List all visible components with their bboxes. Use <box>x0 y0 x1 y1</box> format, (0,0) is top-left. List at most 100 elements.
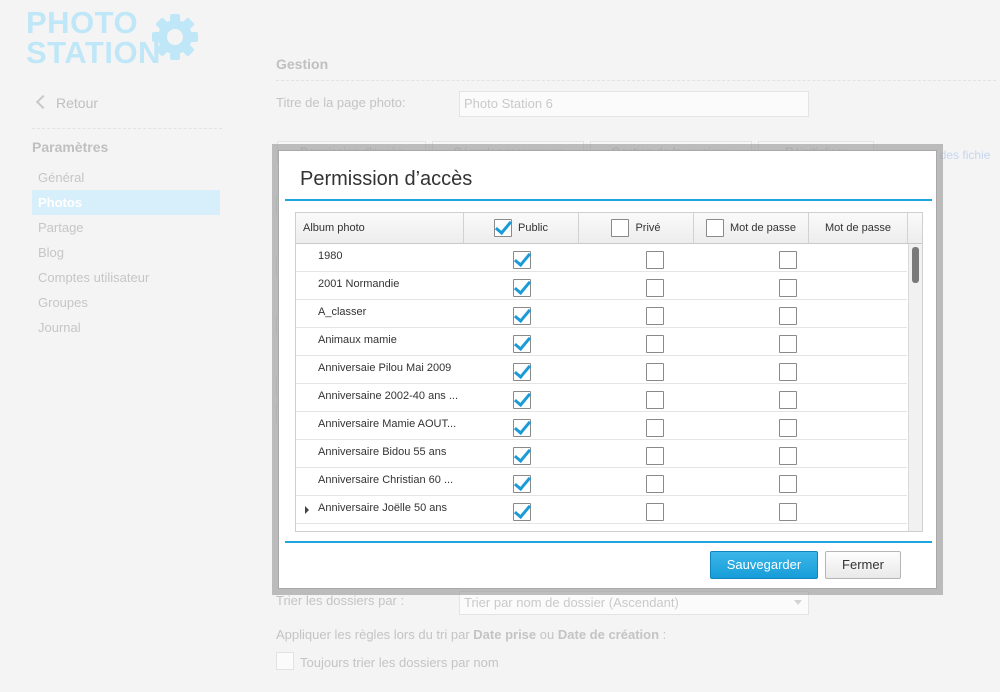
always-sort-checkbox[interactable] <box>276 652 294 670</box>
page-title-label: Titre de la page photo: <box>276 95 406 110</box>
table-row[interactable]: A_classer <box>296 300 907 328</box>
public-checkbox[interactable] <box>513 531 531 532</box>
permission-grid: Album photo Public Privé Mot de passe Mo… <box>295 212 923 532</box>
apply-rules-date-created: Date de création <box>557 627 660 642</box>
private-checkbox[interactable] <box>646 251 664 269</box>
private-checkbox[interactable] <box>646 391 664 409</box>
table-row[interactable]: 1980 <box>296 244 907 272</box>
table-row[interactable]: Anniversaire Christian 60 ... <box>296 468 907 496</box>
album-name: Anniversaire Joëlle 50 ans <box>318 502 448 514</box>
gear-icon <box>152 14 198 60</box>
private-checkbox[interactable] <box>646 363 664 381</box>
public-checkbox[interactable] <box>513 391 531 409</box>
select-all-password-checkbox[interactable] <box>705 219 724 237</box>
section-title-gestion: Gestion <box>276 56 329 72</box>
expand-arrow-icon[interactable] <box>305 506 309 514</box>
private-checkbox[interactable] <box>646 419 664 437</box>
album-name: Anniversaie Pilou Mai 2009 <box>318 362 452 374</box>
grid-rows: 1980 2001 Normandie A_classer Animaux mamie… <box>296 244 907 532</box>
sidebar-item-groups[interactable]: Groupes <box>32 290 220 315</box>
album-name: Animaux mamie <box>318 334 397 346</box>
sort-folders-label: Trier les dossiers par : <box>276 593 405 608</box>
table-row[interactable]: Anniversaire Joëlle 50 ans <box>296 496 907 524</box>
column-header-album[interactable]: Album photo <box>296 213 464 243</box>
public-checkbox[interactable] <box>513 251 531 269</box>
table-row[interactable]: Anniversaire Marie Soph... <box>296 524 907 532</box>
public-checkbox[interactable] <box>513 307 531 325</box>
password-checkbox[interactable] <box>779 307 797 325</box>
private-checkbox[interactable] <box>646 447 664 465</box>
photo-station-logo: PHOTO STATION <box>26 7 206 70</box>
sidebar-item-user-accounts[interactable]: Comptes utilisateur <box>32 265 220 290</box>
password-checkbox[interactable] <box>779 251 797 269</box>
public-checkbox[interactable] <box>513 279 531 297</box>
grid-header: Album photo Public Privé Mot de passe Mo… <box>296 213 922 244</box>
password-checkbox[interactable] <box>779 475 797 493</box>
column-header-private: Privé <box>579 213 694 243</box>
dialog-title: Permission d’accès <box>300 168 473 190</box>
password-checkbox[interactable] <box>779 363 797 381</box>
back-link[interactable]: Retour <box>35 94 99 111</box>
dialog-header-rule <box>285 199 932 201</box>
password-checkbox[interactable] <box>779 503 797 521</box>
public-checkbox[interactable] <box>513 447 531 465</box>
apply-rules-prefix: Appliquer les règles lors du tri par <box>276 627 470 642</box>
table-row[interactable]: Anniversaine 2002-40 ans ... <box>296 384 907 412</box>
public-checkbox[interactable] <box>513 363 531 381</box>
password-checkbox[interactable] <box>779 335 797 353</box>
password-checkbox[interactable] <box>779 419 797 437</box>
apply-rules-date-taken: Date prise <box>473 627 537 642</box>
column-header-password-value: Mot de passe <box>809 213 908 243</box>
column-header-album-label: Album photo <box>303 222 365 234</box>
sort-folders-select[interactable]: Trier par nom de dossier (Ascendant) <box>459 591 809 615</box>
always-sort-label: Toujours trier les dossiers par nom <box>300 655 499 670</box>
page-title-input[interactable]: Photo Station 6 <box>459 91 809 117</box>
grid-scrollbar[interactable] <box>908 244 922 531</box>
sidebar-item-photos[interactable]: Photos <box>32 190 220 215</box>
column-header-password2-label: Mot de passe <box>824 222 892 234</box>
private-checkbox[interactable] <box>646 531 664 532</box>
sidebar-item-general[interactable]: Général <box>32 165 220 190</box>
password-checkbox[interactable] <box>779 531 797 532</box>
column-header-password-label: Mot de passe <box>729 222 797 234</box>
close-button[interactable]: Fermer <box>825 551 901 579</box>
table-row[interactable]: Anniversaire Mamie AOUT... <box>296 412 907 440</box>
public-checkbox[interactable] <box>513 503 531 521</box>
section-divider <box>276 80 996 81</box>
column-header-public-label: Public <box>518 222 548 234</box>
select-all-public-checkbox[interactable] <box>494 219 513 237</box>
table-row[interactable]: 2001 Normandie <box>296 272 907 300</box>
sidebar-item-blog[interactable]: Blog <box>32 240 220 265</box>
public-checkbox[interactable] <box>513 419 531 437</box>
public-checkbox[interactable] <box>513 475 531 493</box>
album-name: Anniversaire Marie Soph... <box>318 530 460 531</box>
sidebar-item-log[interactable]: Journal <box>32 315 220 340</box>
private-checkbox[interactable] <box>646 307 664 325</box>
table-row[interactable]: Animaux mamie <box>296 328 907 356</box>
password-checkbox[interactable] <box>779 279 797 297</box>
password-checkbox[interactable] <box>779 391 797 409</box>
table-row[interactable]: Anniversaire Bidou 55 ans <box>296 440 907 468</box>
album-name: Anniversaire Bidou 55 ans <box>318 446 447 458</box>
sidebar-divider <box>32 128 222 129</box>
table-row[interactable]: Anniversaie Pilou Mai 2009 <box>296 356 907 384</box>
chevron-down-icon <box>794 600 802 605</box>
private-checkbox[interactable] <box>646 503 664 521</box>
save-button[interactable]: Sauvegarder <box>710 551 818 579</box>
select-all-private-checkbox[interactable] <box>611 219 630 237</box>
private-checkbox[interactable] <box>646 279 664 297</box>
apply-rules-or: ou <box>539 627 555 642</box>
column-header-password: Mot de passe <box>694 213 809 243</box>
private-checkbox[interactable] <box>646 335 664 353</box>
apply-rules-suffix: : <box>662 627 667 642</box>
album-name: 1980 <box>318 250 343 262</box>
album-name: Anniversaire Christian 60 ... <box>318 474 454 486</box>
private-checkbox[interactable] <box>646 475 664 493</box>
scrollbar-thumb[interactable] <box>912 247 919 283</box>
public-checkbox[interactable] <box>513 335 531 353</box>
sidebar-section-title: Paramètres <box>32 139 109 155</box>
password-checkbox[interactable] <box>779 447 797 465</box>
back-label: Retour <box>56 95 99 111</box>
sidebar-nav: Général Photos Partage Blog Comptes util… <box>32 165 220 340</box>
sidebar-item-sharing[interactable]: Partage <box>32 215 220 240</box>
